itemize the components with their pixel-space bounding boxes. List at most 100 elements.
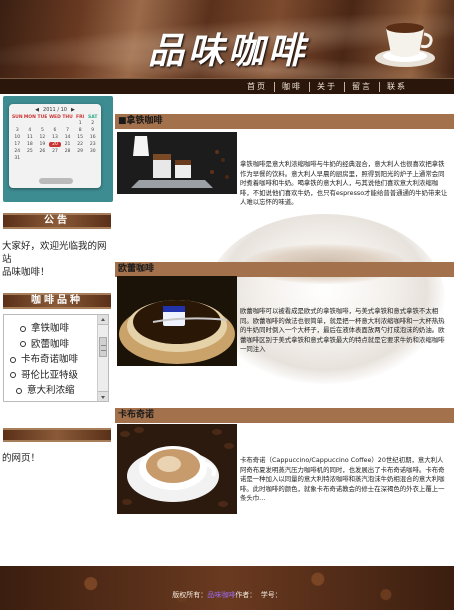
calendar-day[interactable]: 6: [49, 128, 62, 133]
calendar-day[interactable]: 20: [48, 142, 62, 147]
calendar-day[interactable]: 10: [11, 135, 24, 140]
calendar-day[interactable]: 7: [61, 128, 74, 133]
calendar-day[interactable]: 28: [61, 149, 74, 154]
calendar-weekday: THU: [62, 115, 73, 120]
calendar-day[interactable]: 2: [86, 121, 99, 126]
calendar-prev-icon[interactable]: ◀: [35, 107, 39, 113]
calendar-day[interactable]: 18: [24, 142, 37, 147]
footer-text: 版权所有：品味咖啡作者： 学号：: [172, 591, 282, 599]
list-item[interactable]: 哥伦比亚特级: [6, 368, 108, 384]
guestbook-text: 的网页！: [2, 453, 41, 464]
calendar-day: [11, 121, 24, 126]
calendar-day: [24, 121, 37, 126]
nav-item-guestbook[interactable]: 留言: [344, 82, 379, 92]
calendar-day[interactable]: 21: [61, 142, 74, 147]
calendar-month: 2011 / 10: [43, 107, 67, 113]
calendar-day: [61, 121, 74, 126]
nav-bar: 首页 咖啡 关于 留言 联系: [0, 78, 454, 94]
list-item[interactable]: 卡布奇诺咖啡: [6, 352, 108, 368]
item-title: 卡布奇诺: [115, 408, 454, 423]
nav-item-about[interactable]: 关于: [309, 82, 344, 92]
calendar-day[interactable]: 29: [74, 149, 87, 154]
calendar-day[interactable]: 27: [49, 149, 62, 154]
calendar-weekday: TUE: [37, 115, 48, 120]
calendar-day[interactable]: 16: [86, 135, 99, 140]
calendar-day[interactable]: 13: [49, 135, 62, 140]
calendar-widget: ◀ 2011 / 10 ▶ SUN MON TUE WED THU FRI SAT 1234…: [3, 96, 113, 202]
calendar-day[interactable]: 26: [36, 149, 49, 154]
calendar-day[interactable]: 4: [24, 128, 37, 133]
calendar-day[interactable]: 12: [36, 135, 49, 140]
scroll-down-icon[interactable]: [98, 391, 108, 401]
sidebar: ◀ 2011 / 10 ▶ SUN MON TUE WED THU FRI SAT 1234…: [0, 94, 115, 566]
guestbook-bar: [3, 428, 111, 442]
bullet-icon: [20, 325, 26, 332]
cappuccino-image: [117, 424, 237, 514]
calendar-day[interactable]: 31: [11, 156, 24, 161]
calendar-day[interactable]: 19: [36, 142, 49, 147]
item-title: ■拿铁咖啡: [115, 114, 454, 129]
calendar-day[interactable]: 15: [74, 135, 87, 140]
calendar-weekday: FRI: [76, 115, 85, 120]
calendar-days: 1 2 3 4 5 6 7 8 9 10 11 12 13 14 15 16 17 18 19 20 21 22 23 24 2…: [9, 120, 101, 162]
calendar-day: [36, 121, 49, 126]
calendar-weekday: SAT: [87, 115, 98, 120]
notice-text: 大家好，欢迎光临我的网站 品味咖啡！: [2, 240, 114, 279]
calendar-day[interactable]: 8: [74, 128, 87, 133]
calendar-day: [49, 121, 62, 126]
page: 品味咖啡 首页 咖啡 关于 留言 联系 ◀ 2011 / 10 ▶ SUN MO…: [0, 0, 454, 610]
footer: 版权所有：品味咖啡作者： 学号：: [0, 566, 454, 610]
header-banner: 品味咖啡 首页 咖啡 关于 留言 联系: [0, 0, 454, 94]
nav-item-home[interactable]: 首页: [240, 82, 274, 92]
calendar: ◀ 2011 / 10 ▶ SUN MON TUE WED THU FRI SAT 1234…: [9, 104, 101, 188]
notice-title: 公告: [3, 213, 111, 229]
calendar-day[interactable]: 24: [11, 149, 24, 154]
notice-line: 大家好，欢迎光临我的网站: [2, 241, 107, 265]
calendar-weekday: MON: [23, 115, 36, 120]
calendar-day[interactable]: 9: [86, 128, 99, 133]
calendar-day[interactable]: 3: [11, 128, 24, 133]
calendar-day[interactable]: 25: [24, 149, 37, 154]
main-content: ■拿铁咖啡 拿铁咖啡是意大利浓缩咖啡与牛奶的经典混合，意大利人也很喜欢把拿铁作为…: [115, 94, 454, 566]
calendar-weekdays: SUN MON TUE WED THU FRI SAT: [9, 113, 101, 120]
calendar-day[interactable]: 17: [11, 142, 24, 147]
calendar-day[interactable]: 11: [24, 135, 37, 140]
site-title: 品味咖啡: [148, 30, 309, 72]
calendar-weekday: SUN: [11, 115, 23, 120]
item-title: 欧蕾咖啡: [115, 262, 454, 277]
latte-image: [117, 132, 237, 194]
list-item[interactable]: 欧蕾咖啡: [6, 337, 108, 353]
calendar-weekday: WED: [49, 115, 61, 120]
calendar-day[interactable]: 1: [74, 121, 87, 126]
scroll-up-icon[interactable]: [98, 315, 108, 325]
list-scrollbar[interactable]: [97, 315, 108, 401]
nav-item-contact[interactable]: 联系: [379, 82, 414, 92]
notice-line: 品味咖啡！: [2, 267, 50, 278]
calendar-header: ◀ 2011 / 10 ▶: [9, 104, 101, 113]
background-cup-image: [205, 214, 445, 384]
calendar-day[interactable]: 14: [61, 135, 74, 140]
calendar-day[interactable]: 30: [86, 149, 99, 154]
calendar-day[interactable]: 5: [36, 128, 49, 133]
footer-link[interactable]: 品味咖啡: [207, 591, 235, 599]
calendar-next-icon[interactable]: ▶: [71, 107, 75, 113]
calendar-footer: [39, 178, 73, 184]
coffee-list: 拿铁咖啡 欧蕾咖啡 卡布奇诺咖啡 哥伦比亚特级 意大利浓缩: [4, 315, 108, 399]
coffee-cup-icon: [375, 23, 435, 67]
list-item[interactable]: 拿铁咖啡: [6, 321, 108, 337]
bullet-icon: [10, 356, 16, 363]
bullet-icon: [10, 372, 16, 379]
calendar-day[interactable]: 23: [86, 142, 99, 147]
nav-list: 首页 咖啡 关于 留言 联系: [240, 79, 414, 94]
calendar-day[interactable]: 22: [74, 142, 87, 147]
nav-item-coffee[interactable]: 咖啡: [274, 82, 309, 92]
item-description: 欧蕾咖啡可以被看成是欧式的拿铁咖啡，与美式拿铁和意式拿铁不太相同。欧蕾咖啡的做法…: [240, 307, 445, 353]
scroll-thumb[interactable]: [99, 337, 107, 357]
bullet-icon: [20, 341, 26, 348]
list-item[interactable]: 意大利浓缩: [6, 383, 108, 399]
bullet-icon: [16, 387, 22, 394]
coffee-list-box: 拿铁咖啡 欧蕾咖啡 卡布奇诺咖啡 哥伦比亚特级 意大利浓缩: [3, 314, 109, 402]
menu-title: 咖啡品种: [3, 293, 111, 309]
item-description: 拿铁咖啡是意大利浓缩咖啡与牛奶的经典混合，意大利人也很喜欢把拿铁作为早餐的饮料。…: [240, 160, 448, 206]
item-description: 卡布奇诺（Cappuccino/Cappuccino Coffee）20世纪初期…: [240, 456, 445, 502]
